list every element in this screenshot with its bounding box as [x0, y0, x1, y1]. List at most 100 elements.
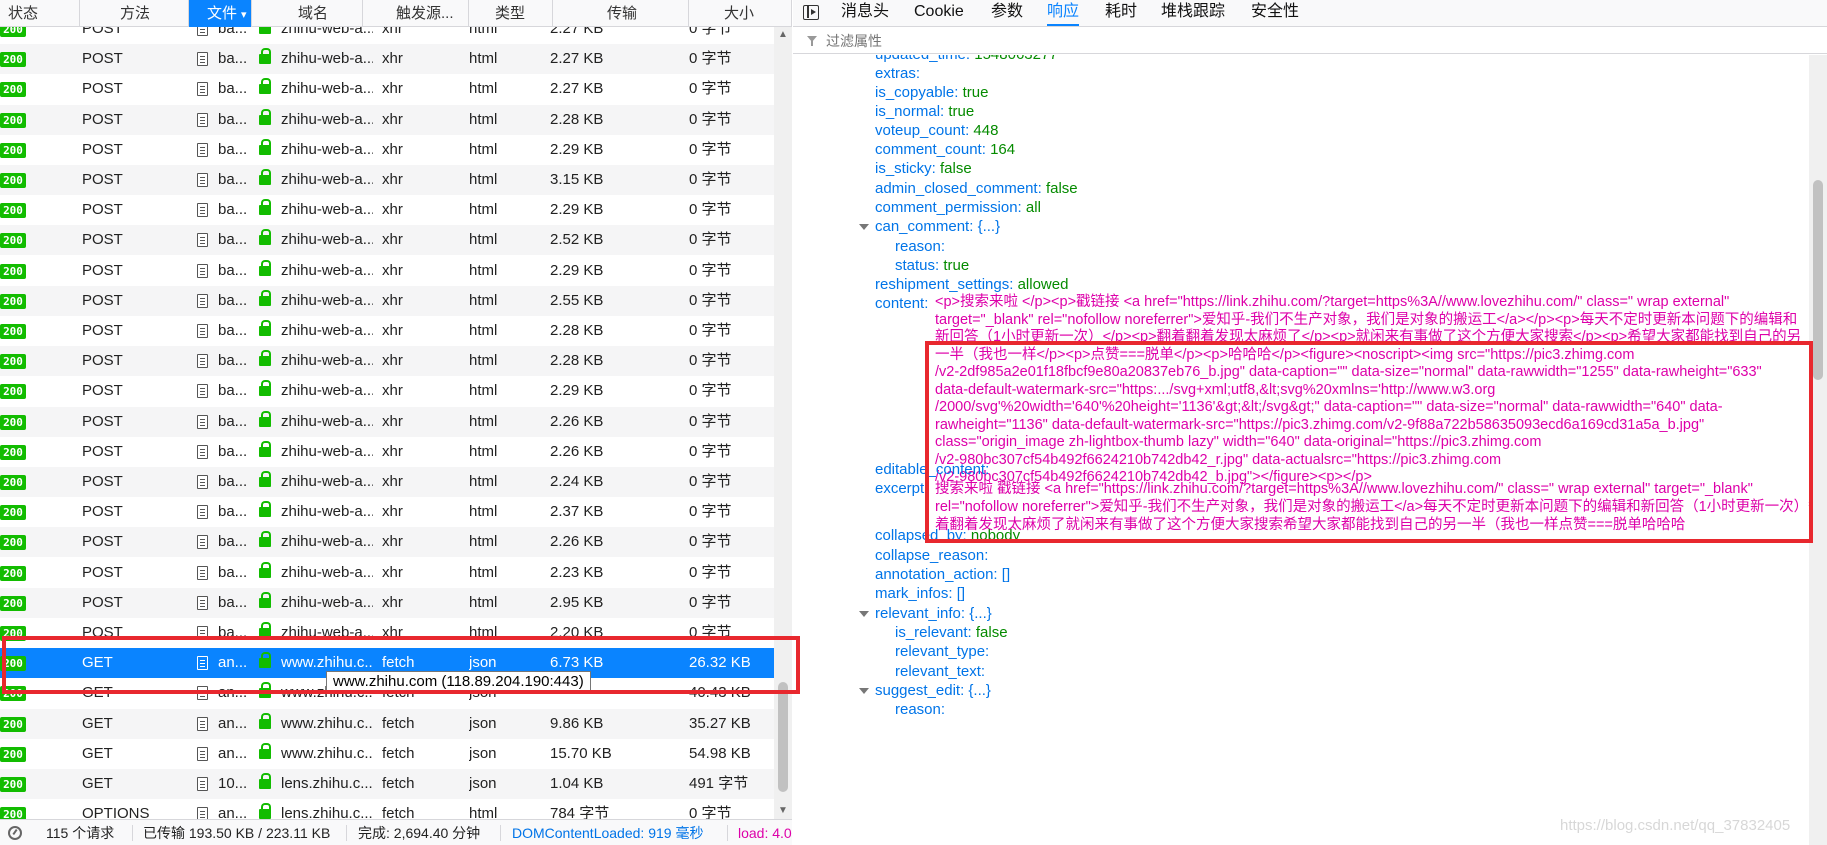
request-row[interactable]: 200 POST ba... zhihu-web-a... xhr html 2.28 KB…: [0, 104, 774, 135]
request-row[interactable]: 200 POST ba... zhihu-web-a... xhr html 2.26 KB…: [0, 406, 774, 437]
lock-icon: [259, 803, 271, 819]
request-row[interactable]: 200 POST ba... zhihu-web-a... xhr html 2.29 KB…: [0, 195, 774, 225]
request-row[interactable]: 200 POST ba... zhihu-web-a... xhr html 2.37 KB…: [0, 497, 774, 527]
status-badge: 200: [0, 414, 26, 430]
status-badge: 200: [0, 52, 26, 68]
expand-arrow-icon[interactable]: [859, 688, 869, 694]
toggle-panel-icon[interactable]: [803, 5, 819, 20]
prop-relevant-type[interactable]: relevant_type:: [895, 641, 989, 663]
request-domain: zhihu-web-a...: [281, 201, 373, 219]
request-file: an...: [218, 714, 248, 732]
scrollbar-thumb[interactable]: [778, 682, 788, 792]
tab-security[interactable]: 安全性: [1251, 0, 1299, 26]
prop-is-sticky[interactable]: is_sticky: false: [875, 158, 972, 180]
request-row[interactable]: 200 POST ba... zhihu-web-a... xhr html 2.55 KB…: [0, 285, 774, 316]
col-type[interactable]: 类型: [469, 0, 553, 27]
expand-arrow-icon[interactable]: [859, 611, 869, 617]
lock-icon: [259, 561, 271, 578]
request-row[interactable]: 200 POST ba... zhihu-web-a... xhr html 2.95 KB…: [0, 587, 774, 618]
request-size: 0 字节: [689, 50, 732, 68]
request-row[interactable]: 200 POST ba... zhihu-web-a... xhr html 2.23 KB…: [0, 558, 774, 588]
request-cause: fetch: [382, 744, 415, 762]
document-icon: [197, 505, 208, 520]
transferred-total: 已传输 193.50 KB / 223.11 KB: [143, 825, 331, 841]
tab-response[interactable]: 响应: [1047, 0, 1080, 26]
request-type: html: [469, 322, 498, 339]
filter-properties-input[interactable]: [826, 31, 1726, 51]
request-row[interactable]: 200 POST ba... zhihu-web-a... xhr html 2.27 KB…: [0, 74, 774, 104]
request-transferred: 2.37 KB: [550, 503, 604, 521]
request-transferred: 2.29 KB: [550, 261, 604, 279]
lock-icon: [259, 440, 271, 457]
tab-params[interactable]: 参数: [991, 0, 1023, 26]
request-row[interactable]: 200 OPTIONS an... lens.zhihu.c... fetch html 7…: [0, 799, 774, 819]
tab-stack-trace[interactable]: 堆栈跟踪: [1161, 0, 1225, 26]
request-method: POST: [82, 231, 123, 249]
document-icon: [197, 52, 208, 67]
lock-icon: [259, 48, 271, 65]
request-type: html: [469, 593, 498, 611]
col-method[interactable]: 方法: [80, 0, 189, 27]
request-row[interactable]: 200 POST ba... zhihu-web-a... xhr html 2.29 KB…: [0, 135, 774, 165]
request-transferred: 2.26 KB: [550, 412, 604, 430]
lock-icon: [259, 229, 271, 246]
performance-gauge-icon[interactable]: [8, 826, 22, 840]
document-icon: [197, 142, 208, 157]
request-domain: zhihu-web-a...: [281, 352, 373, 370]
request-row[interactable]: 200 POST ba... zhihu-web-a... xhr html 2.26 KB…: [0, 437, 774, 467]
lock-icon: [259, 712, 271, 729]
prop-can-comment[interactable]: can_comment: {...}: [859, 216, 1000, 238]
prop-mark-infos[interactable]: mark_infos: []: [875, 583, 965, 605]
col-file[interactable]: 文件: [189, 0, 252, 27]
status-badge: 200: [0, 716, 26, 732]
request-row[interactable]: 200 POST ba... zhihu-web-a... xhr html 2.29 KB…: [0, 376, 774, 406]
request-transferred: 2.29 KB: [550, 140, 604, 158]
request-domain: zhihu-web-a...: [281, 593, 373, 611]
request-method: OPTIONS: [82, 805, 150, 819]
request-row[interactable]: 200 GET 10... lens.zhihu.c... fetch json 1.04 …: [0, 769, 774, 799]
request-cause: xhr: [382, 80, 403, 98]
request-domain: zhihu-web-a...: [281, 442, 373, 460]
tab-cookie[interactable]: Cookie: [914, 0, 964, 26]
scrollbar-thumb[interactable]: [1813, 180, 1823, 380]
request-row[interactable]: 200 POST ba... zhihu-web-a... xhr html 2.27 KB…: [0, 27, 774, 44]
request-row[interactable]: 200 POST ba... zhihu-web-a... xhr html 2.24 KB…: [0, 467, 774, 497]
status-badge: 200: [0, 505, 26, 521]
request-method: POST: [82, 50, 123, 68]
request-cause: xhr: [382, 110, 403, 128]
request-transferred: 2.26 KB: [550, 533, 604, 551]
col-transferred[interactable]: 传输: [553, 0, 689, 27]
request-file: ba...: [218, 140, 248, 158]
prop-reason-2[interactable]: reason:: [895, 699, 945, 721]
request-transferred: 2.29 KB: [550, 382, 604, 400]
prop-excerpt[interactable]: excerpt:: [875, 478, 928, 500]
request-row[interactable]: 200 POST ba... zhihu-web-a... xhr html 2.29 KB…: [0, 256, 774, 286]
col-cause[interactable]: 触发源...: [363, 0, 469, 27]
scroll-down-arrow-icon[interactable]: ▼: [774, 803, 792, 819]
request-row[interactable]: 200 GET an... www.zhihu.c... fetch json 9.86 K…: [0, 708, 774, 739]
request-cause: xhr: [382, 201, 403, 219]
request-row[interactable]: 200 POST ba... zhihu-web-a... xhr html 2.26 KB…: [0, 527, 774, 558]
col-size[interactable]: 大小: [689, 0, 792, 27]
request-file: ba...: [218, 80, 248, 98]
request-row[interactable]: 200 POST ba... zhihu-web-a... xhr html 2.52 KB…: [0, 225, 774, 256]
lock-icon: [259, 773, 271, 789]
request-size: 0 字节: [689, 473, 732, 490]
expand-arrow-icon[interactable]: [859, 224, 869, 230]
scroll-up-arrow-icon[interactable]: ▲: [774, 27, 792, 43]
col-status[interactable]: 状态: [0, 0, 80, 27]
request-row[interactable]: 200 GET an... www.zhihu.c... fetch json 15.70 …: [0, 739, 774, 769]
request-size: 0 字节: [689, 171, 732, 188]
request-row[interactable]: 200 POST ba... zhihu-web-a... xhr html 2.28 KB…: [0, 316, 774, 346]
request-row[interactable]: 200 POST ba... zhihu-web-a... xhr html 3.15 KB…: [0, 165, 774, 195]
request-row[interactable]: 200 POST ba... zhihu-web-a... xhr html 2.27 KB…: [0, 44, 774, 75]
col-domain[interactable]: 域名: [252, 0, 363, 27]
request-list-scrollbar[interactable]: ▲ ▼: [774, 27, 792, 819]
tab-timings[interactable]: 耗时: [1105, 0, 1137, 26]
prop-content[interactable]: content:: [875, 293, 928, 315]
request-method: POST: [82, 140, 123, 158]
tab-headers[interactable]: 消息头: [841, 0, 889, 26]
request-row[interactable]: 200 POST ba... zhihu-web-a... xhr html 2.28 KB…: [0, 346, 774, 377]
request-method: POST: [82, 533, 123, 551]
request-transferred: 2.27 KB: [550, 27, 604, 37]
